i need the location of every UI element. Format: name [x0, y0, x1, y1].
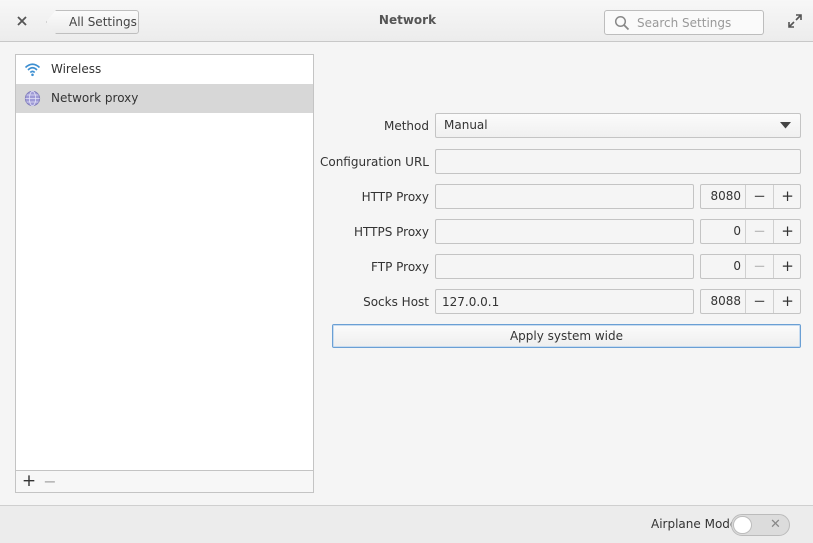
http-proxy-label: HTTP Proxy	[361, 190, 429, 204]
remove-icon[interactable]: −	[42, 471, 58, 492]
socks-port-decrement-button[interactable]: −	[745, 290, 773, 313]
method-label: Method	[383, 119, 429, 133]
add-icon[interactable]: +	[21, 471, 37, 492]
bottom-bar: Airplane Mode ✕	[0, 505, 813, 543]
search-icon	[614, 15, 630, 31]
airplane-mode-label: Airplane Mode	[651, 517, 738, 531]
http-port-stepper[interactable]: 8080 − +	[700, 184, 801, 209]
ftp-proxy-input[interactable]	[435, 254, 694, 279]
maximize-icon[interactable]	[787, 13, 803, 29]
https-port-stepper[interactable]: 0 − +	[700, 219, 801, 244]
header-bar: All Settings Network	[0, 0, 813, 42]
close-icon	[17, 16, 27, 26]
https-port-decrement-button[interactable]: −	[745, 220, 773, 243]
ftp-port-value[interactable]: 0	[701, 255, 745, 278]
globe-icon	[24, 90, 41, 107]
sidebar-toolbar: + −	[16, 470, 313, 492]
method-value: Manual	[444, 118, 488, 132]
http-port-decrement-button[interactable]: −	[745, 185, 773, 208]
https-port-increment-button[interactable]: +	[773, 220, 801, 243]
socks-host-input[interactable]	[435, 289, 694, 314]
https-proxy-label: HTTPS Proxy	[353, 225, 429, 239]
config-url-label: Configuration URL	[319, 155, 429, 169]
sidebar-item-wireless[interactable]: Wireless	[16, 55, 313, 84]
window-title: Network	[378, 13, 437, 27]
ftp-proxy-label: FTP Proxy	[371, 260, 429, 274]
https-port-value[interactable]: 0	[701, 220, 745, 243]
airplane-mode-switch[interactable]: ✕	[731, 514, 790, 536]
config-url-input[interactable]	[435, 149, 801, 174]
search-input[interactable]	[635, 13, 761, 32]
socks-port-increment-button[interactable]: +	[773, 290, 801, 313]
sidebar-item-label: Wireless	[51, 62, 102, 76]
http-port-increment-button[interactable]: +	[773, 185, 801, 208]
search-field[interactable]	[604, 10, 764, 35]
https-proxy-input[interactable]	[435, 219, 694, 244]
sidebar-item-network-proxy[interactable]: Network proxy	[16, 84, 313, 113]
all-settings-button[interactable]: All Settings	[46, 10, 139, 34]
off-icon: ✕	[770, 517, 781, 532]
apply-system-wide-button[interactable]: Apply system wide	[332, 324, 801, 348]
socks-host-label: Socks Host	[363, 295, 429, 309]
http-proxy-input[interactable]	[435, 184, 694, 209]
method-dropdown[interactable]: Manual	[435, 113, 801, 138]
switch-knob[interactable]	[733, 516, 752, 534]
ftp-port-increment-button[interactable]: +	[773, 255, 801, 278]
close-button[interactable]	[13, 11, 31, 31]
settings-window: All Settings Network Wireless	[0, 0, 813, 543]
ftp-port-decrement-button[interactable]: −	[745, 255, 773, 278]
socks-port-value[interactable]: 8088	[701, 290, 745, 313]
sidebar-item-label: Network proxy	[51, 91, 139, 105]
socks-port-stepper[interactable]: 8088 − +	[700, 289, 801, 314]
sidebar: Wireless Network proxy + −	[15, 54, 314, 493]
http-port-value[interactable]: 8080	[701, 185, 745, 208]
chevron-down-icon	[780, 122, 791, 129]
ftp-port-stepper[interactable]: 0 − +	[700, 254, 801, 279]
wifi-icon	[24, 63, 41, 77]
